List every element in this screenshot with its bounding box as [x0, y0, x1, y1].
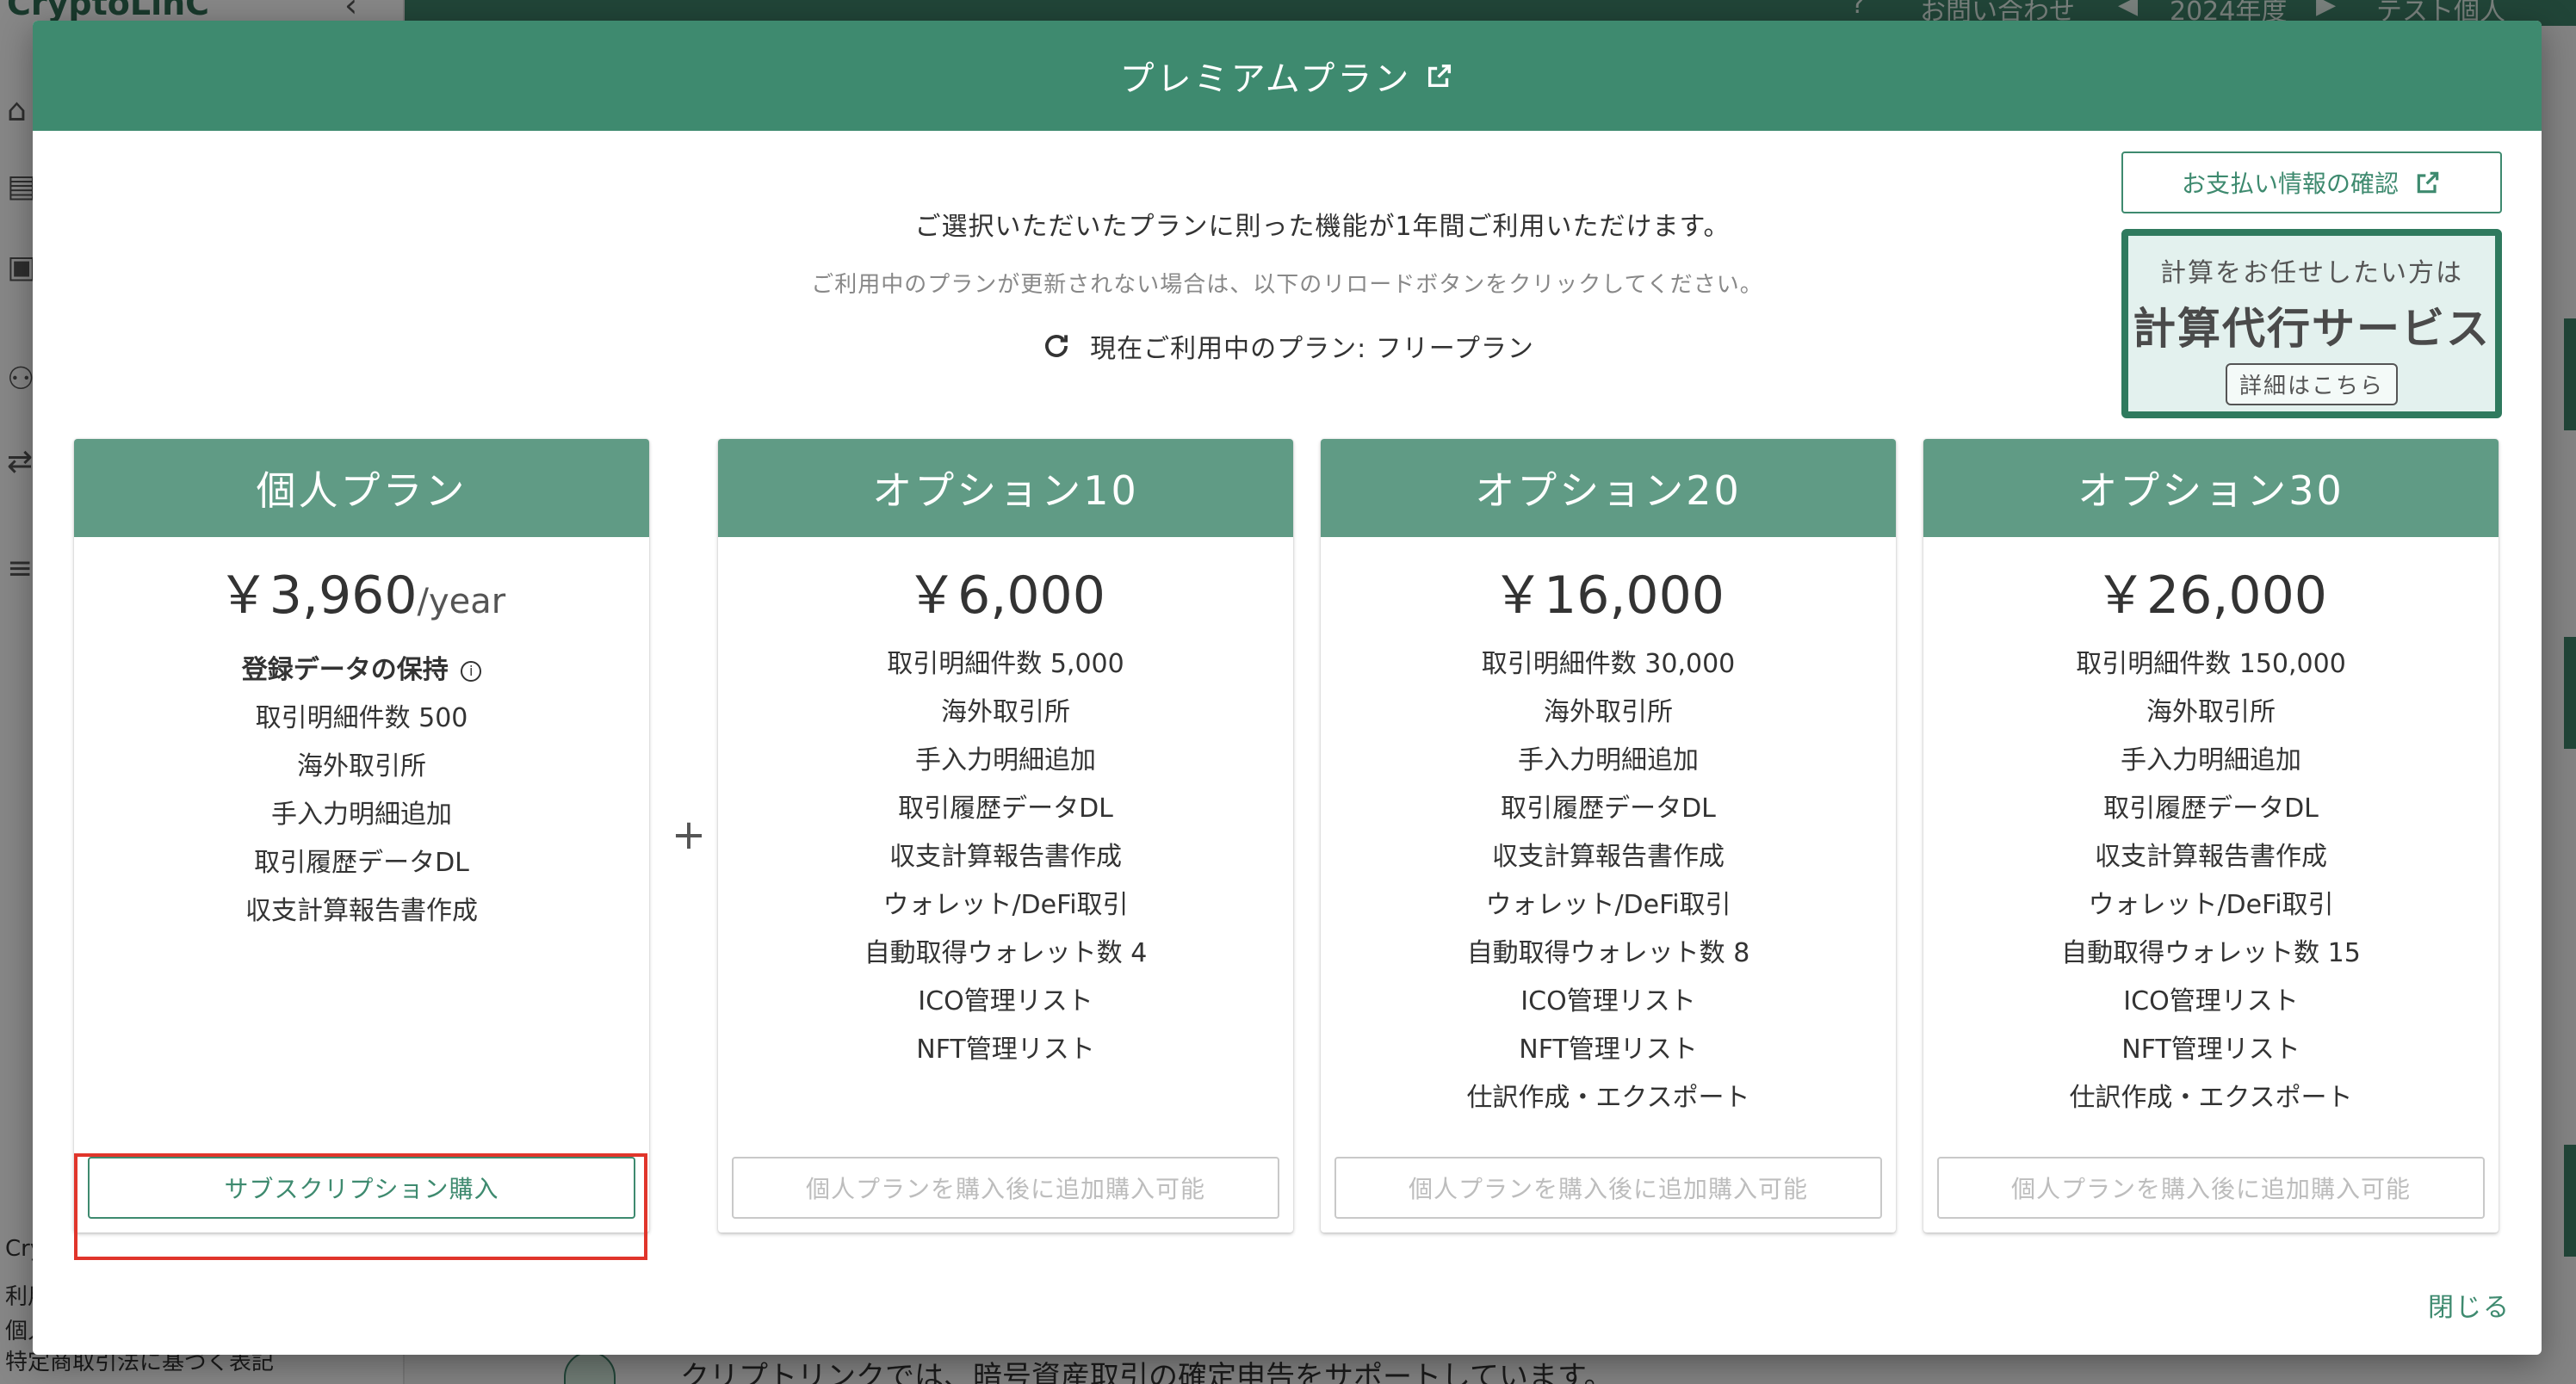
feature-item: 自動取得ウォレット数 15	[2061, 938, 2361, 968]
feature-item: 自動取得ウォレット数 4	[864, 938, 1148, 968]
dialog-title: プレミアムプラン	[1119, 59, 1412, 99]
external-link-icon[interactable]	[1425, 61, 1454, 90]
feature-item: ウォレット/DeFi取引	[1485, 890, 1731, 920]
reload-icon[interactable]	[1040, 330, 1073, 362]
feature-list: 取引明細件数 150,000 海外取引所 手入力明細追加 取引履歴データDL 収…	[1923, 640, 2499, 1122]
feature-item: 海外取引所	[1544, 697, 1673, 727]
plan-name: オプション20	[1321, 439, 1896, 537]
data-retention-label: 登録データの保持	[241, 655, 449, 685]
highlight-box	[74, 1153, 647, 1260]
feature-item: 仕訳作成・エクスポート	[2069, 1083, 2353, 1113]
plan-card-option30: オプション30 ￥26,000 取引明細件数 150,000 海外取引所 手入力…	[1923, 439, 2499, 1233]
price-amount: ￥3,960	[217, 565, 418, 626]
feature-item: 収支計算報告書作成	[245, 896, 478, 926]
intro-subtext: ご利用中のプランが更新されない場合は、以下のリロードボタンをクリックしてください…	[811, 272, 1763, 298]
intro-text: ご選択いただいたプランに則った機能が1年間ご利用いただけます。	[33, 205, 2542, 243]
feature-item: 取引履歴データDL	[1501, 794, 1716, 824]
plan-name: 個人プラン	[74, 439, 649, 537]
feature-item: NFT管理リスト	[1519, 1035, 1698, 1065]
add-on-purchase-button[interactable]: 個人プランを購入後に追加購入可能	[1937, 1157, 2485, 1219]
calculation-service-banner[interactable]: 計算をお任せしたい方は 計算代行サービス 詳細はこちら	[2121, 229, 2502, 418]
feature-item: 自動取得ウォレット数 8	[1466, 938, 1750, 968]
dialog-header: プレミアムプラン	[33, 21, 2542, 131]
feature-item: 取引明細件数 500	[255, 703, 468, 733]
plan-card-option10: オプション10 ￥6,000 取引明細件数 5,000 海外取引所 手入力明細追…	[718, 439, 1293, 1233]
plan-card-option20: オプション20 ￥16,000 取引明細件数 30,000 海外取引所 手入力明…	[1321, 439, 1896, 1233]
info-icon[interactable]: i	[461, 660, 482, 682]
feature-item: ICO管理リスト	[1520, 986, 1696, 1016]
feature-item: 取引明細件数 150,000	[2076, 649, 2346, 679]
feature-item: 仕訳作成・エクスポート	[1466, 1083, 1750, 1113]
feature-item: 手入力明細追加	[1518, 745, 1699, 775]
plan-card-personal: 個人プラン ￥3,960/year 登録データの保持 i 取引明細件数 500 …	[74, 439, 649, 1233]
feature-item: ウォレット/DeFi取引	[2088, 890, 2334, 920]
feature-item: NFT管理リスト	[2121, 1035, 2300, 1065]
feature-item: 取引明細件数 30,000	[1481, 649, 1736, 679]
feature-item: 手入力明細追加	[2121, 745, 2301, 775]
external-link-icon	[2417, 171, 2439, 194]
premium-plan-dialog: プレミアムプラン お支払い情報の確認 計算をお任せしたい方は 計算代行サービス …	[33, 21, 2542, 1355]
feature-item: 海外取引所	[941, 697, 1070, 727]
plan-price: ￥6,000	[906, 565, 1105, 626]
intro-main: ご選択いただいたプランに則った機能が1年間ご利用いただけます。	[914, 212, 1731, 242]
feature-item: ICO管理リスト	[918, 986, 1093, 1016]
feature-item: 手入力明細追加	[915, 745, 1096, 775]
feature-item: 手入力明細追加	[271, 800, 452, 830]
feature-item: 取引履歴データDL	[254, 848, 469, 878]
add-on-purchase-button[interactable]: 個人プランを購入後に追加購入可能	[1334, 1157, 1882, 1219]
feature-item: 取引明細件数 5,000	[887, 649, 1124, 679]
price-unit: /year	[417, 582, 506, 621]
plan-name: オプション30	[1923, 439, 2499, 537]
plan-name: オプション10	[718, 439, 1293, 537]
feature-item: ウォレット/DeFi取引	[882, 890, 1129, 920]
close-button[interactable]: 閉じる	[2428, 1286, 2511, 1324]
feature-item: 取引履歴データDL	[898, 794, 1113, 824]
current-plan-row: 現在ご利用中のプラン: フリープラン	[33, 327, 2542, 365]
feature-item: 取引履歴データDL	[2103, 794, 2319, 824]
add-on-purchase-button[interactable]: 個人プランを購入後に追加購入可能	[732, 1157, 1279, 1219]
plan-price: ￥3,960/year	[74, 568, 649, 629]
plus-icon: +	[671, 811, 707, 859]
feature-item: ICO管理リスト	[2123, 986, 2299, 1016]
feature-item: NFT管理リスト	[916, 1035, 1095, 1065]
payment-info-label: お支払い情報の確認	[2181, 170, 2399, 198]
feature-item: 海外取引所	[2146, 697, 2276, 727]
feature-list: 登録データの保持 i 取引明細件数 500 海外取引所 手入力明細追加 取引履歴…	[74, 646, 649, 936]
feature-item: 海外取引所	[297, 751, 426, 782]
service-details-button[interactable]: 詳細はこちら	[2225, 363, 2398, 405]
feature-list: 取引明細件数 5,000 海外取引所 手入力明細追加 取引履歴データDL 収支計…	[718, 640, 1293, 1074]
current-plan-label: 現在ご利用中のプラン: フリープラン	[1090, 334, 1534, 364]
feature-item: 登録データの保持 i	[74, 646, 649, 695]
plan-price: ￥16,000	[1492, 565, 1725, 626]
feature-item: 収支計算報告書作成	[1492, 842, 1725, 872]
feature-list: 取引明細件数 30,000 海外取引所 手入力明細追加 取引履歴データDL 収支…	[1321, 640, 1896, 1122]
feature-item: 収支計算報告書作成	[2095, 842, 2327, 872]
plan-price: ￥26,000	[2095, 565, 2327, 626]
feature-item: 収支計算報告書作成	[889, 842, 1122, 872]
